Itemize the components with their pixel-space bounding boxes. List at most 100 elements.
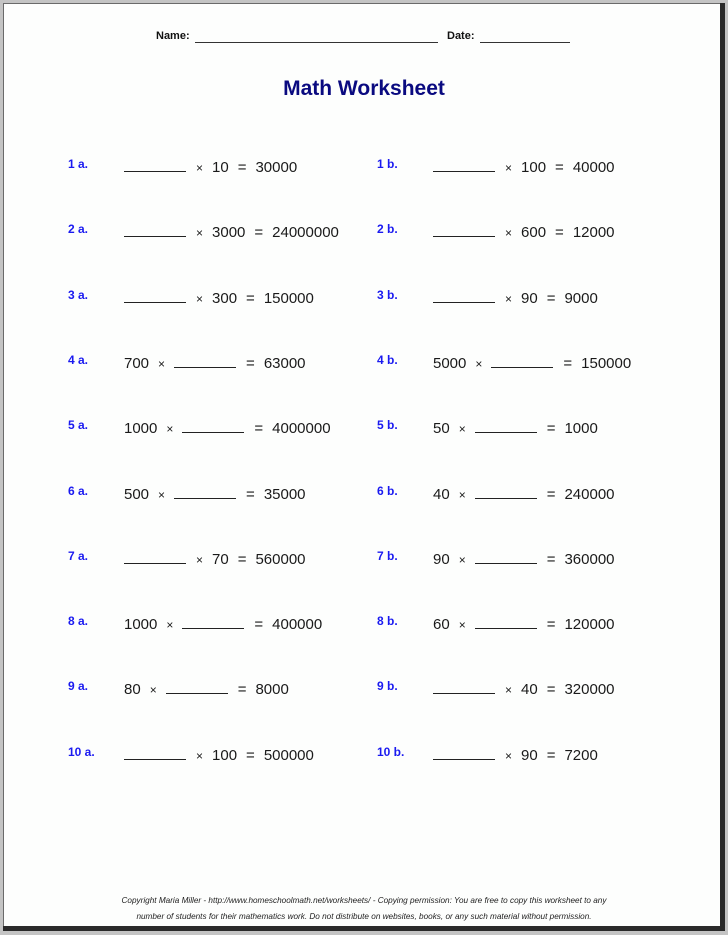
answer-blank[interactable]	[433, 747, 495, 760]
number-value: 63000	[263, 355, 306, 372]
times-sign: ×	[196, 749, 204, 763]
answer-blank[interactable]	[174, 355, 237, 368]
problem-number: 2 b.	[377, 222, 398, 236]
name-field[interactable]	[195, 30, 438, 43]
problem-expression: × 10 = 30000	[124, 159, 306, 176]
problem-expression: × 3000 = 24000000	[124, 224, 348, 241]
name-label: Name:	[156, 30, 190, 42]
problem-expression: × 90 = 7200	[433, 747, 607, 764]
number-value: 90	[521, 290, 538, 307]
problem-number: 3 b.	[377, 288, 398, 302]
answer-blank[interactable]	[124, 290, 186, 303]
problem-expression: × 70 = 560000	[124, 551, 315, 568]
answer-blank[interactable]	[182, 420, 245, 433]
number-value: 40	[521, 681, 538, 698]
times-sign: ×	[196, 292, 204, 306]
problem-expression: × 90 = 9000	[433, 290, 607, 307]
problem-expression: 5000 × = 150000	[433, 355, 640, 372]
number-value: 5000	[433, 355, 467, 372]
times-sign: ×	[458, 618, 466, 632]
problem-expression: × 600 = 12000	[433, 224, 624, 241]
equals-sign: =	[246, 355, 255, 372]
problem-expression: × 40 = 320000	[433, 681, 624, 698]
answer-blank[interactable]	[124, 159, 186, 172]
number-value: 150000	[263, 290, 314, 307]
times-sign: ×	[149, 683, 157, 697]
problem-expression: 1000 × = 4000000	[124, 420, 340, 437]
answer-blank[interactable]	[124, 224, 186, 237]
times-sign: ×	[505, 292, 513, 306]
equals-sign: =	[237, 159, 247, 176]
answer-blank[interactable]	[165, 681, 228, 694]
equals-sign: =	[254, 224, 264, 241]
answer-blank[interactable]	[124, 551, 186, 564]
answer-blank[interactable]	[474, 486, 537, 499]
problem-number: 10 b.	[377, 745, 405, 759]
problem-number: 7 b.	[377, 549, 398, 563]
equals-sign: =	[246, 486, 255, 503]
answer-blank[interactable]	[182, 616, 245, 629]
problem-expression: 90 × = 360000	[433, 551, 624, 568]
date-field[interactable]	[480, 30, 570, 43]
times-sign: ×	[158, 488, 166, 502]
problem-expression: × 100 = 500000	[124, 747, 323, 764]
answer-blank[interactable]	[474, 551, 537, 564]
number-value: 40	[433, 486, 450, 503]
number-value: 120000	[564, 616, 615, 633]
times-sign: ×	[196, 226, 204, 240]
equals-sign: =	[237, 551, 247, 568]
answer-blank[interactable]	[474, 420, 537, 433]
answer-blank[interactable]	[433, 681, 495, 694]
number-value: 70	[212, 551, 229, 568]
number-value: 10	[212, 159, 229, 176]
number-value: 30000	[255, 159, 298, 176]
number-value: 240000	[564, 486, 615, 503]
worksheet-page	[3, 3, 720, 926]
number-value: 360000	[564, 551, 615, 568]
problem-expression: 40 × = 240000	[433, 486, 624, 503]
answer-blank[interactable]	[433, 159, 495, 172]
number-value: 400000	[272, 616, 323, 633]
number-value: 50	[433, 420, 450, 437]
number-value: 9000	[564, 290, 598, 307]
problem-number: 8 a.	[68, 614, 89, 628]
problem-expression: 50 × = 1000	[433, 420, 607, 437]
problem-expression: × 300 = 150000	[124, 290, 323, 307]
equals-sign: =	[246, 290, 255, 307]
answer-blank[interactable]	[491, 355, 554, 368]
equals-sign: =	[546, 551, 556, 568]
answer-blank[interactable]	[433, 224, 495, 237]
number-value: 600	[521, 224, 547, 241]
number-value: 7200	[564, 747, 598, 764]
equals-sign: =	[546, 420, 556, 437]
answer-blank[interactable]	[174, 486, 237, 499]
page-title: Math Worksheet	[283, 77, 445, 100]
number-value: 100	[521, 159, 547, 176]
problem-number: 9 b.	[377, 679, 398, 693]
problem-number: 1 a.	[68, 157, 89, 171]
times-sign: ×	[196, 161, 204, 175]
problem-number: 5 a.	[68, 418, 89, 432]
problem-expression: 60 × = 120000	[433, 616, 624, 633]
answer-blank[interactable]	[433, 290, 495, 303]
number-value: 40000	[572, 159, 615, 176]
footer-line-1: Copyright Maria Miller - http://www.home…	[121, 896, 607, 905]
equals-sign: =	[254, 420, 264, 437]
number-value: 24000000	[272, 224, 339, 241]
number-value: 3000	[212, 224, 246, 241]
answer-blank[interactable]	[474, 616, 537, 629]
equals-sign: =	[246, 747, 255, 764]
times-sign: ×	[505, 161, 513, 175]
times-sign: ×	[458, 488, 466, 502]
problem-number: 2 a.	[68, 222, 89, 236]
number-value: 560000	[255, 551, 306, 568]
equals-sign: =	[546, 486, 556, 503]
problem-number: 9 a.	[68, 679, 89, 693]
answer-blank[interactable]	[124, 747, 186, 760]
times-sign: ×	[196, 553, 204, 567]
problem-number: 7 a.	[68, 549, 89, 563]
equals-sign: =	[546, 616, 556, 633]
number-value: 300	[212, 290, 238, 307]
number-value: 100	[212, 747, 238, 764]
problem-number: 8 b.	[377, 614, 398, 628]
